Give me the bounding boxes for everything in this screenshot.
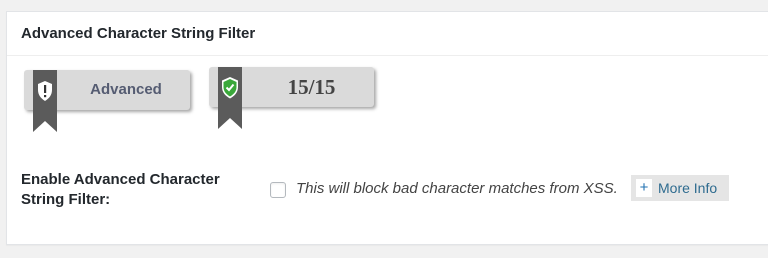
plus-icon: + xyxy=(636,179,652,197)
more-info-label: More Info xyxy=(658,180,718,196)
settings-panel: Advanced Character String Filter Advance… xyxy=(6,11,768,245)
advanced-level-badge: Advanced xyxy=(24,70,190,132)
panel-header: Advanced Character String Filter xyxy=(7,12,768,56)
enable-filter-checkbox[interactable] xyxy=(270,182,286,198)
shield-check-icon xyxy=(218,67,242,129)
advanced-level-label: Advanced xyxy=(90,81,162,98)
shield-exclamation-icon xyxy=(33,70,57,132)
panel-title: Advanced Character String Filter xyxy=(21,25,256,42)
security-score-label: 15/15 xyxy=(287,75,336,99)
enable-filter-label: Enable Advanced Character String Filter: xyxy=(21,171,220,208)
enable-filter-description: This will block bad character matches fr… xyxy=(296,180,618,197)
security-score-badge: 15/15 xyxy=(209,67,374,129)
more-info-button[interactable]: + More Info xyxy=(631,175,729,201)
